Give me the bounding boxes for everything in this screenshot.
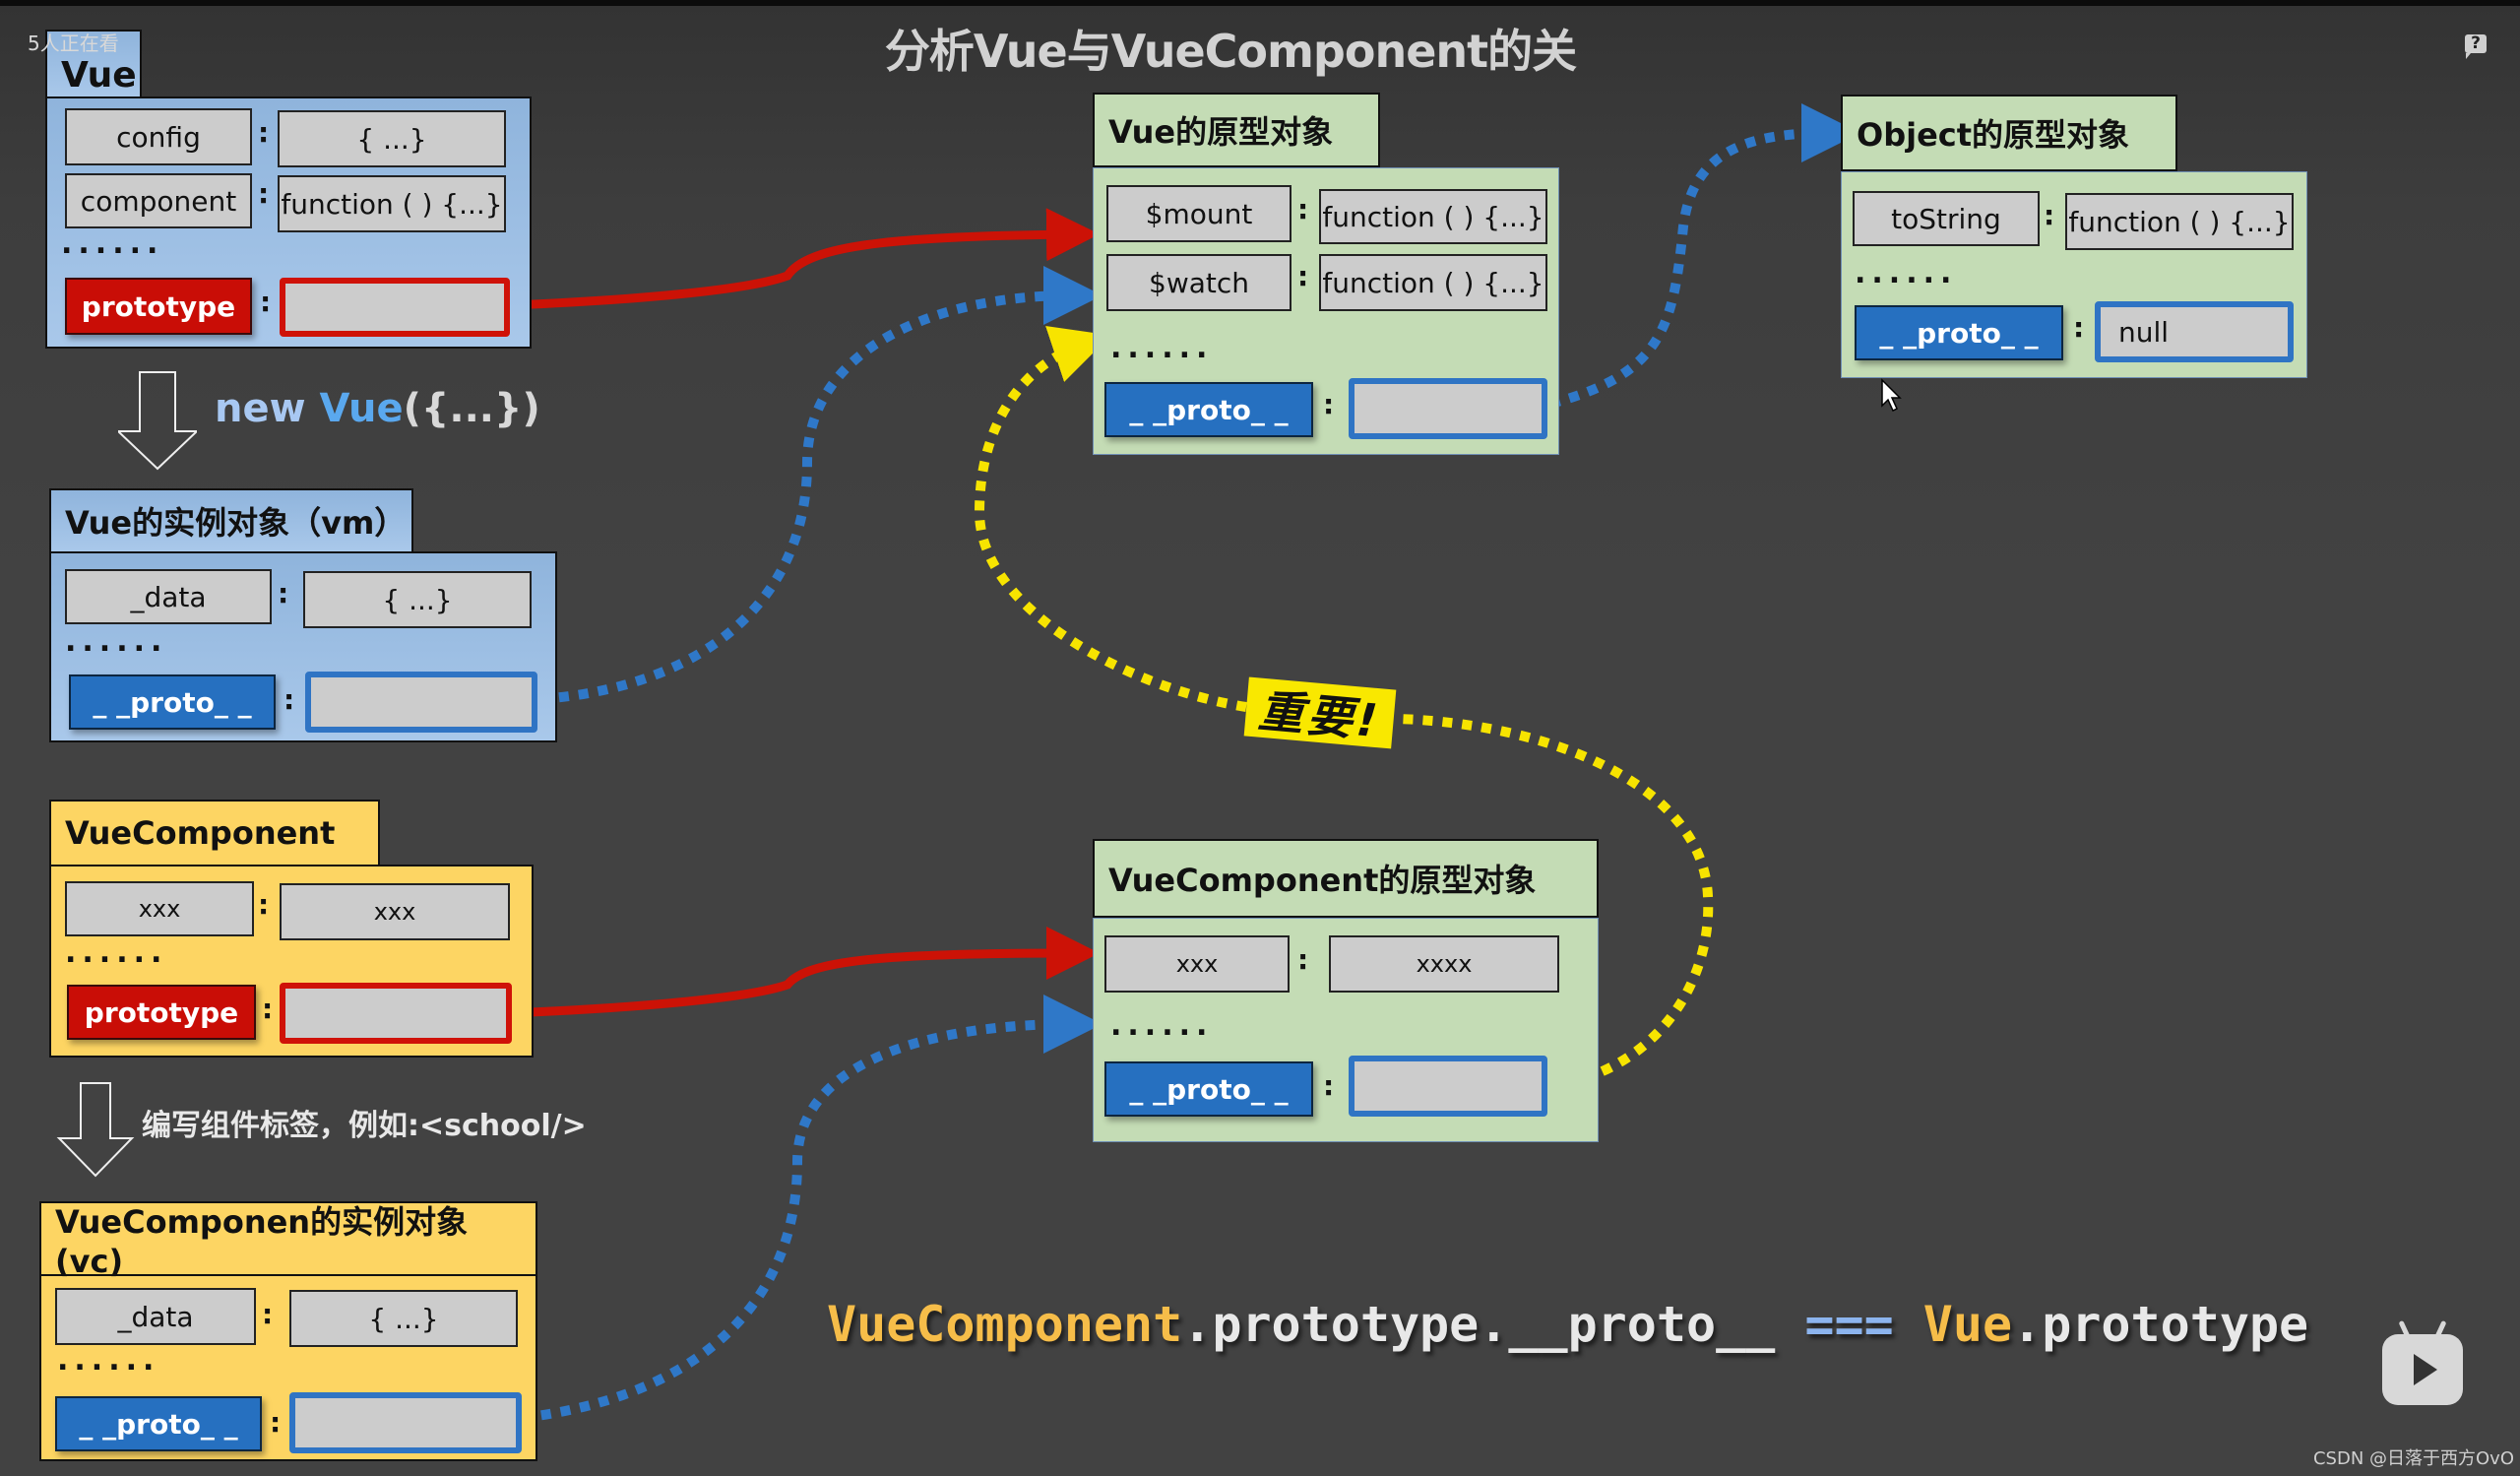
colon: :: [1297, 260, 1309, 292]
object-prototype-box-title: Object的原型对象: [1841, 95, 2177, 171]
vue-prototype-mount-value: function ( ) {...}: [1319, 189, 1547, 244]
vue-prototype-mount-key: $mount: [1106, 185, 1292, 242]
vue-config-key: config: [65, 108, 252, 165]
ellipsis: ......: [1855, 256, 1958, 290]
vue-prototype-proto-key: _ _proto_ _: [1104, 382, 1313, 437]
colon: :: [1323, 388, 1335, 420]
colon: :: [260, 286, 272, 318]
vm-proto-key: _ _proto_ _: [69, 674, 276, 730]
arrow-vc-proto: [521, 995, 1102, 1423]
bilibili-tv-icon[interactable]: [2382, 1334, 2463, 1405]
vm-box-title: Vue的实例对象（vm）: [49, 488, 413, 553]
viewer-count: 5人正在看: [28, 32, 119, 55]
vc-box-title: VueComponen的实例对象(vc): [39, 1201, 537, 1280]
colon: :: [1323, 1069, 1335, 1102]
important-badge: 重要!: [1243, 676, 1397, 749]
ellipsis: ......: [65, 935, 168, 970]
down-arrow-icon: [118, 371, 197, 471]
ellipsis: ......: [1110, 331, 1214, 365]
vue-prototype-watch-value: function ( ) {...}: [1319, 254, 1547, 311]
colon: :: [284, 683, 295, 716]
vuecomponent-prototype-proto-value: [1349, 1056, 1547, 1117]
formula-vuecomponent: VueComponent: [827, 1296, 1183, 1353]
caption-args: ({...}): [403, 386, 540, 431]
vc-data-key: _data: [55, 1288, 256, 1345]
formula-strict-equal: ===: [1804, 1296, 1894, 1353]
vuecomponent-prototype-value: [280, 983, 512, 1044]
prototype-formula: VueComponent.prototype.__proto__ === Vue…: [827, 1296, 2308, 1353]
component-tag-caption: 编写组件标签，例如:<school/>: [142, 1109, 587, 1143]
formula-prototype-proto: .prototype.__proto__: [1182, 1296, 1805, 1353]
vuecomponent-prototype-key: prototype: [67, 985, 256, 1040]
vue-prototype-value: [280, 278, 510, 337]
colon: :: [258, 177, 270, 210]
ellipsis: ......: [65, 624, 168, 659]
caption-vue: Vue: [319, 386, 404, 431]
colon: :: [1297, 943, 1309, 976]
colon: :: [2073, 311, 2085, 344]
vue-prototype-box-title: Vue的原型对象: [1093, 93, 1380, 167]
vc-proto-key: _ _proto_ _: [55, 1396, 262, 1451]
vuecomponent-prototype-xxx-value: xxxx: [1329, 935, 1559, 993]
new-vue-caption: new Vue({...}): [215, 386, 540, 431]
watermark: CSDN @日落于西方OvO: [2312, 1448, 2514, 1469]
vue-component-value: function ( ) {...}: [278, 175, 506, 232]
object-prototype-proto-value: null: [2095, 301, 2294, 362]
vuecomponent-xxx-value: xxx: [280, 883, 510, 940]
formula-vue: Vue: [1893, 1296, 2013, 1353]
vc-data-value: { ...}: [289, 1290, 518, 1347]
vue-component-key: component: [65, 173, 252, 228]
vm-data-key: _data: [65, 569, 272, 624]
colon: :: [270, 1406, 282, 1439]
arrow-vm-proto: [538, 266, 1102, 704]
down-arrow-icon: [56, 1082, 135, 1178]
formula-prototype: .prototype: [2012, 1296, 2309, 1353]
colon: :: [262, 1298, 274, 1330]
arrow-vue-prototype: [509, 208, 1100, 310]
vue-prototype-key: prototype: [65, 278, 252, 335]
vm-proto-value: [305, 672, 537, 733]
object-prototype-proto-key: _ _proto_ _: [1855, 305, 2063, 360]
vuecomponent-xxx-key: xxx: [65, 881, 254, 936]
colon: :: [258, 116, 270, 149]
vm-data-value: { ...}: [303, 571, 532, 628]
colon: :: [262, 993, 274, 1025]
vuecomponent-prototype-box-title: VueComponent的原型对象: [1093, 839, 1599, 918]
ellipsis: ......: [1110, 1008, 1214, 1043]
mouse-cursor-icon: [1881, 378, 1902, 413]
vuecomponent-box-title: VueComponent: [49, 800, 380, 866]
colon: :: [258, 888, 270, 921]
vuecomponent-prototype-xxx-key: xxx: [1104, 935, 1290, 993]
vuecomponent-prototype-proto-key: _ _proto_ _: [1104, 1061, 1313, 1117]
vue-config-value: { ...}: [278, 110, 506, 167]
colon: :: [2044, 199, 2055, 231]
ellipsis: ......: [57, 1343, 160, 1378]
arrow-vuecomponent-prototype: [509, 927, 1100, 1018]
caption-new: new: [215, 386, 320, 431]
object-prototype-tostring-key: toString: [1853, 191, 2040, 246]
vc-proto-value: [289, 1392, 522, 1453]
arrow-vue-prototype-proto: [1548, 103, 1860, 409]
vue-prototype-watch-key: $watch: [1106, 254, 1292, 311]
object-prototype-tostring-value: function ( ) {...}: [2065, 193, 2294, 250]
vue-prototype-proto-value: [1349, 378, 1547, 439]
colon: :: [278, 577, 289, 610]
colon: :: [1297, 193, 1309, 225]
ellipsis: ......: [61, 226, 164, 261]
